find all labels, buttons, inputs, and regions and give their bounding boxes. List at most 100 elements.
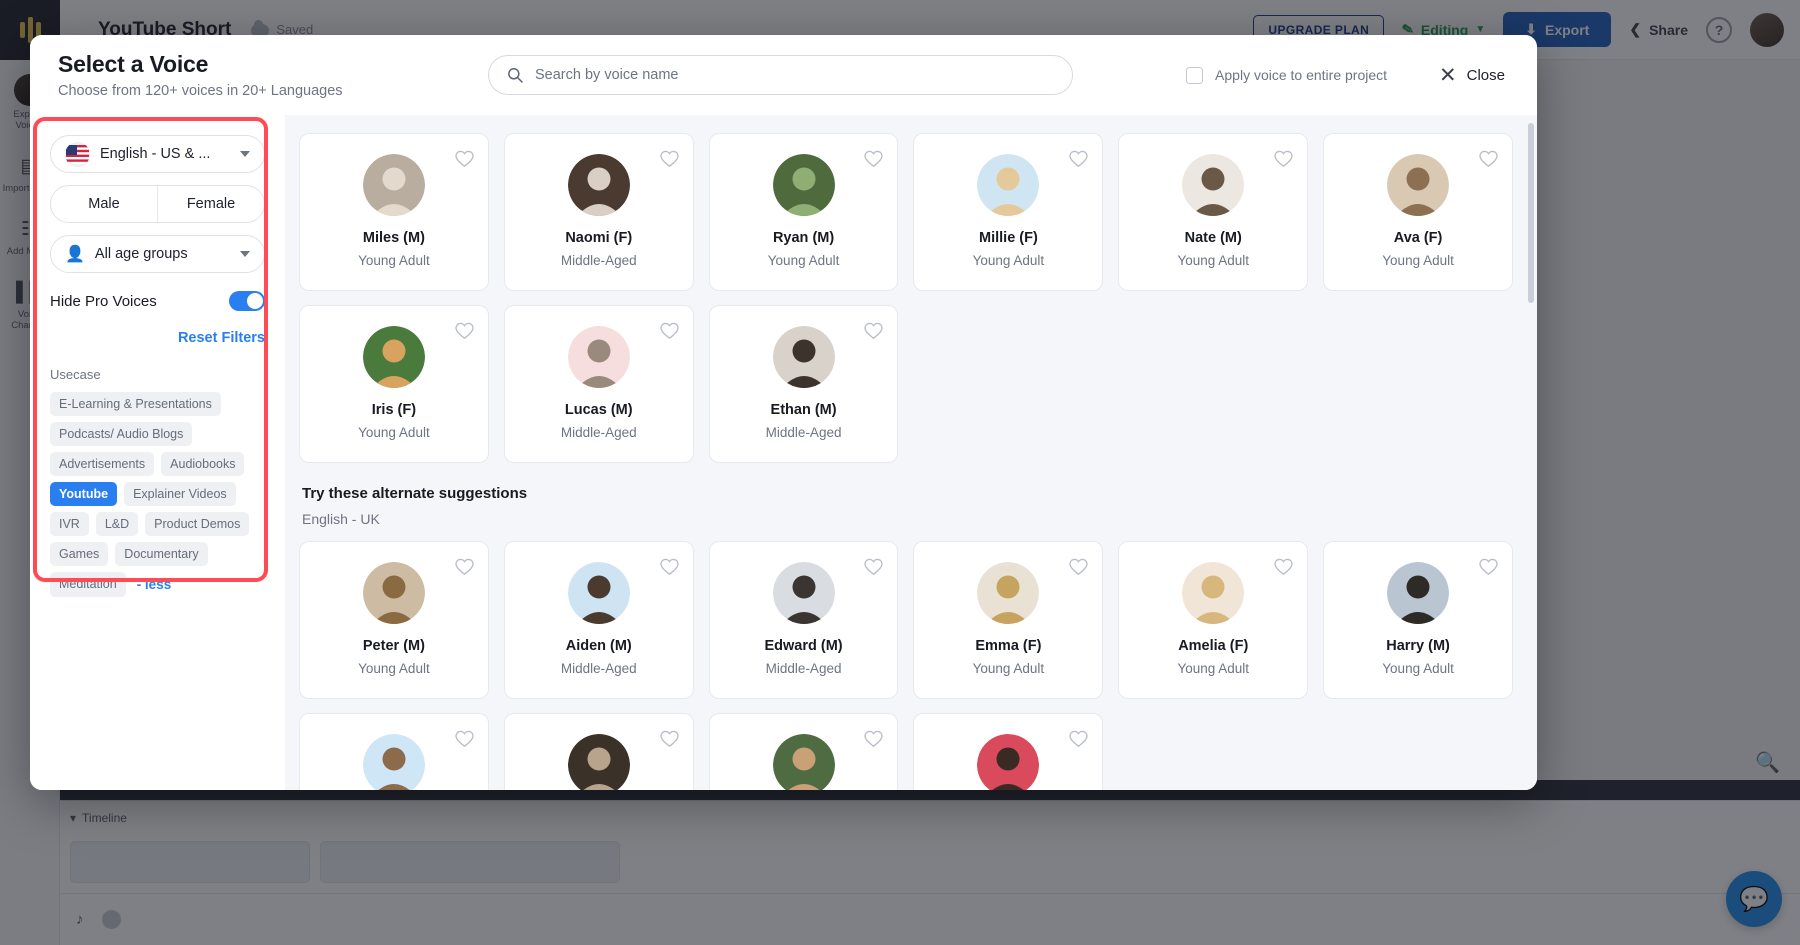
heart-icon[interactable]: [864, 150, 884, 169]
heart-icon[interactable]: [1479, 558, 1498, 577]
avatar: [772, 734, 835, 790]
voice-card[interactable]: Amelia (F) Young Adult: [1118, 541, 1309, 699]
heart-icon[interactable]: [455, 150, 474, 169]
close-button[interactable]: ✕ Close: [1439, 65, 1505, 86]
show-less-button[interactable]: - less: [133, 572, 176, 597]
heart-icon[interactable]: [659, 322, 679, 341]
avatar: [772, 154, 835, 216]
reset-filters-button[interactable]: Reset Filters: [178, 330, 265, 346]
modal-header: Select a Voice Choose from 120+ voices i…: [30, 35, 1537, 115]
avatar: [362, 734, 425, 790]
heart-icon[interactable]: [455, 730, 474, 749]
apply-voice-checkbox-row[interactable]: Apply voice to entire project: [1186, 66, 1388, 84]
usecase-tag-list: E-Learning & Presentations Podcasts/ Audi…: [50, 392, 253, 597]
voice-age-group: Young Adult: [1382, 253, 1454, 268]
gender-option-male[interactable]: Male: [51, 186, 158, 222]
voice-card[interactable]: Millie (F) Young Adult: [913, 133, 1104, 291]
usecase-tag[interactable]: Documentary: [115, 542, 208, 566]
voice-card[interactable]: Emma (F) Young Adult: [913, 541, 1104, 699]
voice-card[interactable]: [913, 713, 1104, 790]
voice-name: Ryan (M): [772, 230, 835, 246]
voice-age-group: Middle-Aged: [765, 661, 842, 676]
avatar: [772, 562, 835, 624]
voice-age-group: Young Adult: [358, 661, 430, 676]
voice-card[interactable]: Peter (M) Young Adult: [299, 541, 489, 699]
usecase-tag[interactable]: IVR: [50, 512, 89, 536]
voices-panel[interactable]: Miles (M) Young Adult Naomi (F) Middle-Aged…: [285, 115, 1537, 790]
heart-icon[interactable]: [1069, 150, 1089, 169]
voice-card[interactable]: [299, 713, 489, 790]
heart-icon[interactable]: [659, 730, 679, 749]
voice-name: Millie (F): [979, 230, 1038, 246]
age-group-select[interactable]: 👤 All age groups: [50, 235, 265, 273]
avatar: [567, 562, 630, 624]
voice-card[interactable]: [503, 713, 694, 790]
partial-voice-grid: [299, 713, 1513, 790]
reset-filters-row: Reset Filters: [50, 329, 265, 347]
heart-icon[interactable]: [1479, 150, 1498, 169]
voice-name: Naomi (F): [565, 230, 633, 246]
voice-name: Peter (M): [362, 638, 425, 654]
voice-card[interactable]: Lucas (M) Middle-Aged: [503, 305, 694, 463]
modal-title-block: Select a Voice Choose from 120+ voices i…: [58, 51, 478, 99]
language-select[interactable]: English - US & ...: [50, 135, 265, 173]
voice-name: Miles (M): [362, 230, 425, 246]
usecase-tag[interactable]: Games: [50, 542, 109, 566]
gender-option-female[interactable]: Female: [158, 186, 264, 222]
heart-icon[interactable]: [1274, 150, 1293, 169]
heart-icon[interactable]: [455, 322, 474, 341]
avatar: [567, 734, 630, 790]
voice-card[interactable]: Aiden (M) Middle-Aged: [503, 541, 694, 699]
voice-age-group: Young Adult: [767, 253, 840, 268]
usecase-tag[interactable]: E-Learning & Presentations: [50, 392, 221, 416]
usecase-tag[interactable]: Explainer Videos: [124, 482, 236, 506]
usecase-tag[interactable]: Meditation: [50, 572, 126, 597]
usecase-label: Usecase: [50, 367, 101, 382]
search-placeholder: Search by voice name: [535, 67, 679, 83]
voice-name: Ethan (M): [770, 402, 837, 418]
voice-card[interactable]: [708, 713, 899, 790]
voice-card[interactable]: Ava (F) Young Adult: [1323, 133, 1513, 291]
hide-pro-voices-toggle[interactable]: [229, 291, 265, 311]
avatar: [977, 734, 1040, 790]
usecase-tag[interactable]: Advertisements: [50, 452, 155, 476]
usecase-tag[interactable]: Product Demos: [145, 512, 250, 536]
voice-card[interactable]: Nate (M) Young Adult: [1118, 133, 1309, 291]
voice-card[interactable]: Harry (M) Young Adult: [1323, 541, 1513, 699]
avatar: [977, 562, 1040, 624]
select-voice-modal: Select a Voice Choose from 120+ voices i…: [30, 35, 1537, 790]
heart-icon[interactable]: [659, 558, 679, 577]
voice-name: Ava (F): [1393, 230, 1443, 246]
voice-card[interactable]: Miles (M) Young Adult: [299, 133, 489, 291]
voice-age-group: Middle-Aged: [560, 425, 637, 440]
heart-icon[interactable]: [659, 150, 679, 169]
heart-icon[interactable]: [1069, 558, 1089, 577]
voices-scrollbar[interactable]: [1528, 123, 1534, 303]
search-icon: [507, 67, 523, 83]
heart-icon[interactable]: [1069, 730, 1089, 749]
modal-body: English - US & ... Male Female 👤 All age…: [30, 115, 1537, 790]
voice-card[interactable]: Ethan (M) Middle-Aged: [708, 305, 899, 463]
voice-card[interactable]: Ryan (M) Young Adult: [708, 133, 899, 291]
usecase-tag[interactable]: L&D: [95, 512, 139, 536]
alternate-suggestions-language: English - UK: [302, 511, 380, 527]
heart-icon[interactable]: [864, 558, 884, 577]
apply-voice-checkbox[interactable]: [1186, 66, 1204, 84]
primary-voice-grid: Miles (M) Young Adult Naomi (F) Middle-Aged…: [299, 133, 1513, 463]
search-input[interactable]: Search by voice name: [488, 55, 1073, 95]
voice-card[interactable]: Naomi (F) Middle-Aged: [503, 133, 694, 291]
usecase-tag[interactable]: Podcasts/ Audio Blogs: [50, 422, 193, 446]
page-title: Select a Voice: [58, 51, 209, 77]
heart-icon[interactable]: [1274, 558, 1293, 577]
voice-name: Iris (F): [371, 402, 417, 418]
heart-icon[interactable]: [455, 558, 474, 577]
heart-icon[interactable]: [864, 322, 884, 341]
usecase-tag[interactable]: Youtube: [50, 482, 118, 506]
heart-icon[interactable]: [864, 730, 884, 749]
search-container: Search by voice name: [488, 55, 1073, 95]
usecase-tag[interactable]: Audiobooks: [161, 452, 245, 476]
apply-voice-label: Apply voice to entire project: [1215, 67, 1388, 83]
voice-card[interactable]: Iris (F) Young Adult: [299, 305, 489, 463]
voice-card[interactable]: Edward (M) Middle-Aged: [708, 541, 899, 699]
voice-age-group: Young Adult: [972, 661, 1045, 676]
